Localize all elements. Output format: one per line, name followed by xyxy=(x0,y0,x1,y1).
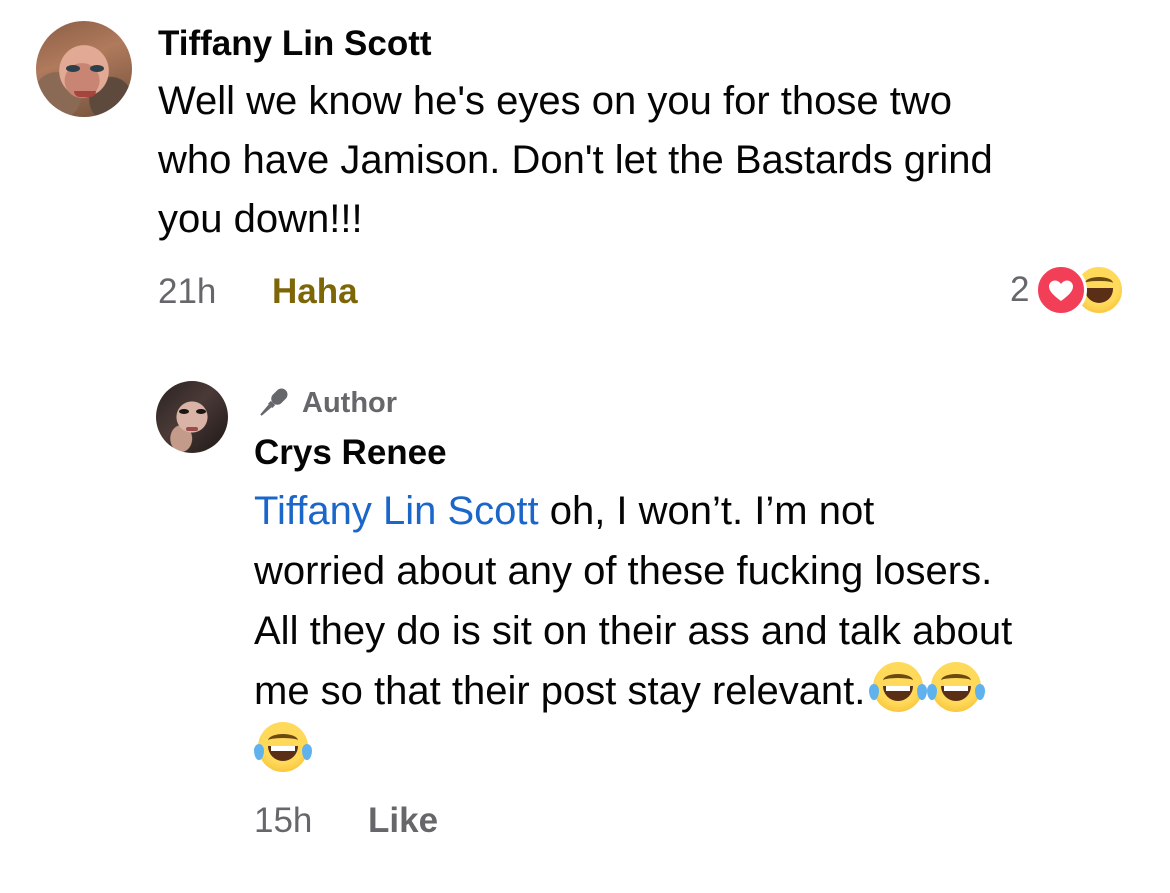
comment-text-line: Tiffany Lin Scott oh, I won’t. I’m not xyxy=(254,489,875,533)
comment-author-name[interactable]: Crys Renee xyxy=(254,433,447,473)
mention-link[interactable]: Tiffany Lin Scott xyxy=(254,489,539,533)
author-badge-label: Author xyxy=(302,387,398,419)
comment-text-line: me so that their post stay relevant. xyxy=(254,661,1154,721)
comment-text-line: you down!!! xyxy=(158,197,363,241)
tears-of-joy-emoji xyxy=(869,662,928,712)
reaction-summary[interactable]: 2 xyxy=(1010,264,1126,316)
comment-text-line xyxy=(254,721,1154,781)
tears-of-joy-emoji xyxy=(927,662,986,712)
tears-of-joy-emoji xyxy=(254,722,312,772)
avatar[interactable] xyxy=(156,381,228,453)
comment-timestamp[interactable]: 15h xyxy=(254,801,312,841)
comment-text-line: who have Jamison. Don't let the Bastards… xyxy=(158,138,993,182)
reaction-count: 2 xyxy=(1010,270,1030,309)
author-badge: Author xyxy=(254,384,397,422)
comment-text: Well we know he's eyes on you for those … xyxy=(158,72,1148,249)
like-button[interactable]: Like xyxy=(368,801,438,841)
microphone-icon xyxy=(260,388,288,416)
comment-text-line: worried about any of these fucking loser… xyxy=(254,549,993,593)
comment-thread: Tiffany Lin Scott Well we know he's eyes… xyxy=(0,0,1170,893)
comment-text: Tiffany Lin Scott oh, I won’t. I’m not w… xyxy=(254,481,1154,781)
reaction-button[interactable]: Haha xyxy=(272,272,358,312)
comment-author-name[interactable]: Tiffany Lin Scott xyxy=(158,24,432,64)
comment-text-line: All they do is sit on their ass and talk… xyxy=(254,609,1013,653)
comment-text-line: Well we know he's eyes on you for those … xyxy=(158,79,952,123)
comment-timestamp[interactable]: 21h xyxy=(158,272,216,312)
avatar[interactable] xyxy=(36,21,132,117)
